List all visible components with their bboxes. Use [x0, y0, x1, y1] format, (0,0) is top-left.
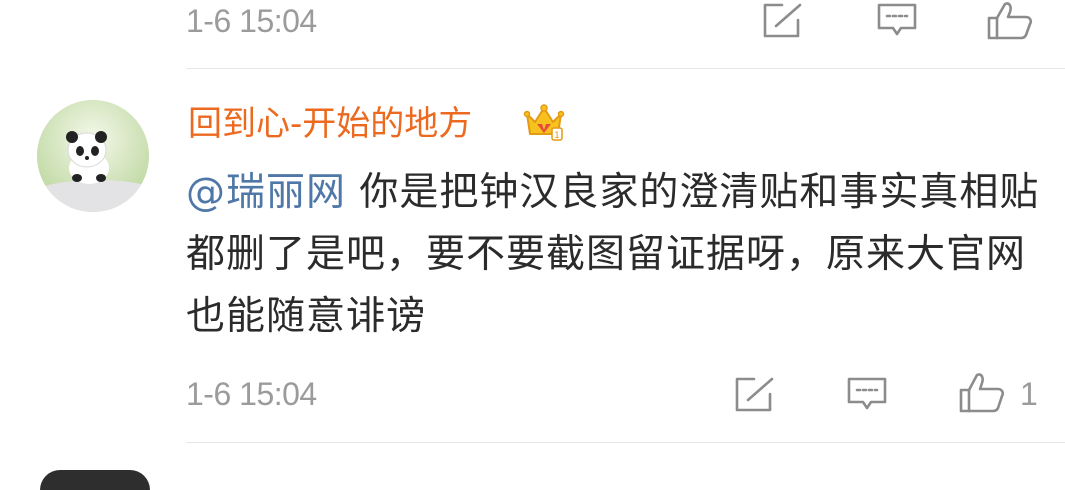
comment-time: 1-6 15:04 [186, 376, 317, 412]
avatar[interactable] [37, 100, 149, 212]
username[interactable]: 回到心-开始的地方 [188, 102, 472, 146]
comment-text: @瑞丽网 你是把钟汉良家的澄清贴和事实真相贴都删了是吧，要不要截图留证据呀，原来… [186, 162, 1046, 348]
like-icon[interactable] [986, 0, 1034, 40]
like-count: 1 [1020, 376, 1038, 412]
comment-divider [186, 68, 1065, 69]
avatar[interactable] [40, 470, 150, 490]
comment-divider [186, 442, 1065, 443]
repost-icon[interactable] [762, 2, 804, 38]
previous-comment-time: 1-6 15:04 [186, 3, 317, 39]
comment-icon[interactable] [846, 376, 888, 412]
crown-vip-icon: 1 [522, 100, 566, 148]
like-icon[interactable] [958, 370, 1006, 414]
svg-text:1: 1 [554, 131, 560, 141]
comment-icon[interactable] [876, 2, 918, 38]
repost-icon[interactable] [734, 376, 776, 412]
mention-link[interactable]: @瑞丽网 [186, 170, 346, 215]
